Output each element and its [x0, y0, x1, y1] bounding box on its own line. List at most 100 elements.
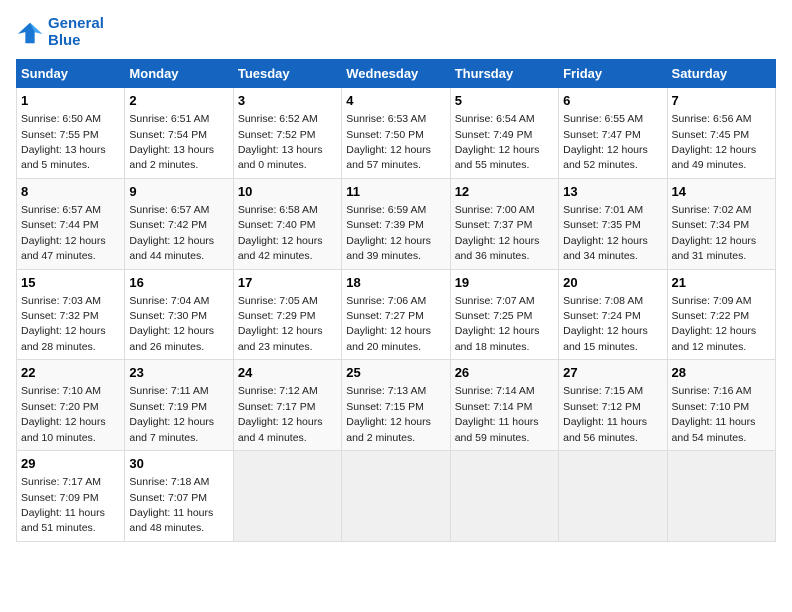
day-number: 17 [238, 274, 337, 292]
calendar-cell: 5 Sunrise: 6:54 AMSunset: 7:49 PMDayligh… [450, 88, 558, 179]
day-info: Sunrise: 6:57 AMSunset: 7:42 PMDaylight:… [129, 204, 214, 262]
day-number: 5 [455, 92, 554, 110]
calendar-cell: 15 Sunrise: 7:03 AMSunset: 7:32 PMDaylig… [17, 269, 125, 360]
day-number: 12 [455, 183, 554, 201]
day-info: Sunrise: 6:55 AMSunset: 7:47 PMDaylight:… [563, 113, 648, 171]
day-number: 7 [672, 92, 771, 110]
calendar-week-row: 1 Sunrise: 6:50 AMSunset: 7:55 PMDayligh… [17, 88, 776, 179]
calendar-cell: 9 Sunrise: 6:57 AMSunset: 7:42 PMDayligh… [125, 178, 233, 269]
day-number: 14 [672, 183, 771, 201]
calendar-cell: 11 Sunrise: 6:59 AMSunset: 7:39 PMDaylig… [342, 178, 450, 269]
calendar-cell: 23 Sunrise: 7:11 AMSunset: 7:19 PMDaylig… [125, 360, 233, 451]
weekday-header: Sunday [17, 60, 125, 88]
day-info: Sunrise: 6:51 AMSunset: 7:54 PMDaylight:… [129, 113, 214, 171]
day-number: 4 [346, 92, 445, 110]
calendar-week-row: 8 Sunrise: 6:57 AMSunset: 7:44 PMDayligh… [17, 178, 776, 269]
day-number: 13 [563, 183, 662, 201]
calendar-week-row: 15 Sunrise: 7:03 AMSunset: 7:32 PMDaylig… [17, 269, 776, 360]
calendar-cell: 17 Sunrise: 7:05 AMSunset: 7:29 PMDaylig… [233, 269, 341, 360]
day-info: Sunrise: 7:05 AMSunset: 7:29 PMDaylight:… [238, 295, 323, 353]
day-info: Sunrise: 7:10 AMSunset: 7:20 PMDaylight:… [21, 385, 106, 443]
calendar-cell: 1 Sunrise: 6:50 AMSunset: 7:55 PMDayligh… [17, 88, 125, 179]
day-info: Sunrise: 7:02 AMSunset: 7:34 PMDaylight:… [672, 204, 757, 262]
calendar-week-row: 22 Sunrise: 7:10 AMSunset: 7:20 PMDaylig… [17, 360, 776, 451]
logo-icon [16, 19, 44, 47]
day-info: Sunrise: 7:08 AMSunset: 7:24 PMDaylight:… [563, 295, 648, 353]
calendar-cell: 8 Sunrise: 6:57 AMSunset: 7:44 PMDayligh… [17, 178, 125, 269]
calendar-header-row: SundayMondayTuesdayWednesdayThursdayFrid… [17, 60, 776, 88]
calendar-cell: 28 Sunrise: 7:16 AMSunset: 7:10 PMDaylig… [667, 360, 775, 451]
calendar-cell: 20 Sunrise: 7:08 AMSunset: 7:24 PMDaylig… [559, 269, 667, 360]
calendar-cell [342, 451, 450, 542]
day-info: Sunrise: 6:56 AMSunset: 7:45 PMDaylight:… [672, 113, 757, 171]
calendar-cell: 2 Sunrise: 6:51 AMSunset: 7:54 PMDayligh… [125, 88, 233, 179]
day-number: 21 [672, 274, 771, 292]
day-number: 25 [346, 364, 445, 382]
calendar-cell: 4 Sunrise: 6:53 AMSunset: 7:50 PMDayligh… [342, 88, 450, 179]
calendar-cell: 3 Sunrise: 6:52 AMSunset: 7:52 PMDayligh… [233, 88, 341, 179]
calendar-week-row: 29 Sunrise: 7:17 AMSunset: 7:09 PMDaylig… [17, 451, 776, 542]
calendar-cell: 16 Sunrise: 7:04 AMSunset: 7:30 PMDaylig… [125, 269, 233, 360]
day-info: Sunrise: 7:07 AMSunset: 7:25 PMDaylight:… [455, 295, 540, 353]
day-info: Sunrise: 7:15 AMSunset: 7:12 PMDaylight:… [563, 385, 647, 443]
day-info: Sunrise: 7:17 AMSunset: 7:09 PMDaylight:… [21, 476, 105, 534]
day-number: 16 [129, 274, 228, 292]
day-info: Sunrise: 7:18 AMSunset: 7:07 PMDaylight:… [129, 476, 213, 534]
page-header: General Blue [16, 16, 776, 49]
day-number: 23 [129, 364, 228, 382]
day-number: 9 [129, 183, 228, 201]
calendar-cell: 29 Sunrise: 7:17 AMSunset: 7:09 PMDaylig… [17, 451, 125, 542]
calendar-cell: 22 Sunrise: 7:10 AMSunset: 7:20 PMDaylig… [17, 360, 125, 451]
day-number: 19 [455, 274, 554, 292]
calendar-cell: 6 Sunrise: 6:55 AMSunset: 7:47 PMDayligh… [559, 88, 667, 179]
day-info: Sunrise: 6:53 AMSunset: 7:50 PMDaylight:… [346, 113, 431, 171]
day-info: Sunrise: 7:12 AMSunset: 7:17 PMDaylight:… [238, 385, 323, 443]
day-info: Sunrise: 6:50 AMSunset: 7:55 PMDaylight:… [21, 113, 106, 171]
day-number: 3 [238, 92, 337, 110]
day-info: Sunrise: 7:09 AMSunset: 7:22 PMDaylight:… [672, 295, 757, 353]
calendar-table: SundayMondayTuesdayWednesdayThursdayFrid… [16, 59, 776, 542]
day-info: Sunrise: 6:52 AMSunset: 7:52 PMDaylight:… [238, 113, 323, 171]
weekday-header: Friday [559, 60, 667, 88]
calendar-cell: 10 Sunrise: 6:58 AMSunset: 7:40 PMDaylig… [233, 178, 341, 269]
day-info: Sunrise: 6:54 AMSunset: 7:49 PMDaylight:… [455, 113, 540, 171]
calendar-cell: 14 Sunrise: 7:02 AMSunset: 7:34 PMDaylig… [667, 178, 775, 269]
day-info: Sunrise: 7:16 AMSunset: 7:10 PMDaylight:… [672, 385, 756, 443]
day-number: 1 [21, 92, 120, 110]
day-info: Sunrise: 7:00 AMSunset: 7:37 PMDaylight:… [455, 204, 540, 262]
calendar-cell [559, 451, 667, 542]
calendar-cell: 18 Sunrise: 7:06 AMSunset: 7:27 PMDaylig… [342, 269, 450, 360]
calendar-cell: 25 Sunrise: 7:13 AMSunset: 7:15 PMDaylig… [342, 360, 450, 451]
day-number: 29 [21, 455, 120, 473]
calendar-cell: 19 Sunrise: 7:07 AMSunset: 7:25 PMDaylig… [450, 269, 558, 360]
calendar-cell: 30 Sunrise: 7:18 AMSunset: 7:07 PMDaylig… [125, 451, 233, 542]
day-number: 6 [563, 92, 662, 110]
day-info: Sunrise: 7:14 AMSunset: 7:14 PMDaylight:… [455, 385, 539, 443]
day-number: 22 [21, 364, 120, 382]
day-number: 11 [346, 183, 445, 201]
weekday-header: Tuesday [233, 60, 341, 88]
day-number: 2 [129, 92, 228, 110]
calendar-cell: 26 Sunrise: 7:14 AMSunset: 7:14 PMDaylig… [450, 360, 558, 451]
calendar-cell: 21 Sunrise: 7:09 AMSunset: 7:22 PMDaylig… [667, 269, 775, 360]
day-info: Sunrise: 7:11 AMSunset: 7:19 PMDaylight:… [129, 385, 214, 443]
day-number: 15 [21, 274, 120, 292]
day-number: 24 [238, 364, 337, 382]
logo: General Blue [16, 16, 104, 49]
day-number: 20 [563, 274, 662, 292]
day-number: 18 [346, 274, 445, 292]
day-info: Sunrise: 6:59 AMSunset: 7:39 PMDaylight:… [346, 204, 431, 262]
day-info: Sunrise: 7:04 AMSunset: 7:30 PMDaylight:… [129, 295, 214, 353]
day-info: Sunrise: 7:13 AMSunset: 7:15 PMDaylight:… [346, 385, 431, 443]
weekday-header: Wednesday [342, 60, 450, 88]
calendar-cell [233, 451, 341, 542]
calendar-cell [450, 451, 558, 542]
day-info: Sunrise: 7:03 AMSunset: 7:32 PMDaylight:… [21, 295, 106, 353]
day-info: Sunrise: 6:58 AMSunset: 7:40 PMDaylight:… [238, 204, 323, 262]
day-info: Sunrise: 7:06 AMSunset: 7:27 PMDaylight:… [346, 295, 431, 353]
day-number: 30 [129, 455, 228, 473]
day-number: 28 [672, 364, 771, 382]
day-number: 27 [563, 364, 662, 382]
calendar-cell: 13 Sunrise: 7:01 AMSunset: 7:35 PMDaylig… [559, 178, 667, 269]
day-number: 8 [21, 183, 120, 201]
